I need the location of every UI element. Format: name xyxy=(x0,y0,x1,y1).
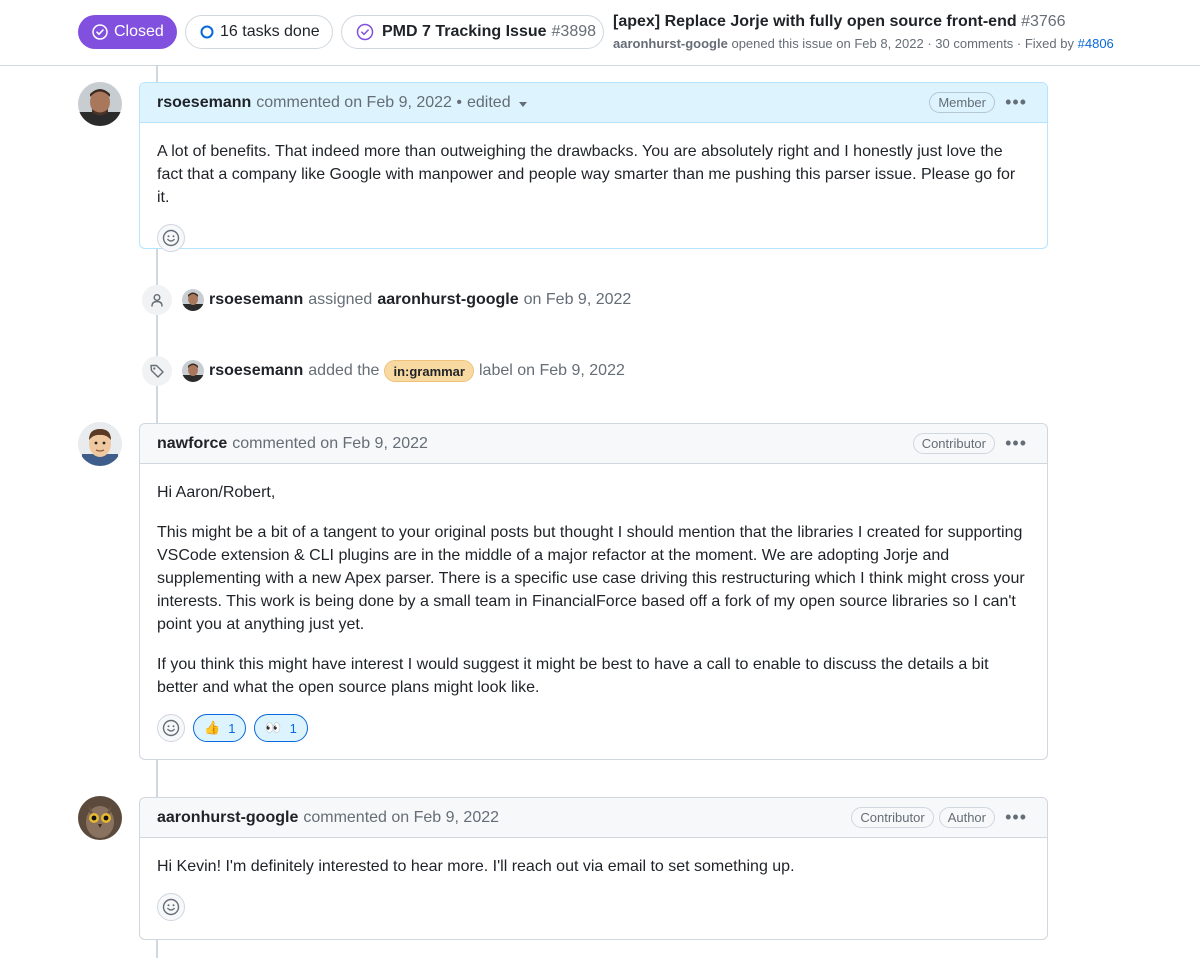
comment-paragraph: A lot of benefits. That indeed more than… xyxy=(157,143,1016,206)
comment-header: nawforce commented on Feb 9, 2022 Contri… xyxy=(140,424,1047,464)
comment-body: A lot of benefits. That indeed more than… xyxy=(140,123,1047,209)
comment-paragraph: Hi Aaron/Robert, xyxy=(157,484,276,501)
comment-body: Hi Kevin! I'm definitely interested to h… xyxy=(140,838,1047,878)
reaction-eyes[interactable]: 👀 1 xyxy=(254,714,308,742)
issue-closed-icon xyxy=(92,24,108,40)
tracking-issue-number: #3898 xyxy=(551,23,597,40)
reactions-bar: 👍 1 👀 1 xyxy=(140,714,1047,742)
issue-sticky-header: Closed 16 tasks done PMD 7 Tracking Issu… xyxy=(0,0,1200,66)
closed-state-badge: Closed xyxy=(78,15,177,49)
avatar[interactable] xyxy=(182,360,204,382)
timeline-line xyxy=(156,760,158,797)
event-date[interactable]: on Feb 9, 2022 xyxy=(524,291,632,309)
event-labeled: rsoesemann added the in:grammar label on… xyxy=(142,355,625,387)
comment-badges: Contributor xyxy=(912,433,995,454)
comment-body: Hi Aaron/Robert, This might be a bit of … xyxy=(140,464,1047,699)
smiley-icon xyxy=(162,898,180,916)
issue-title-text: [apex] Replace Jorje with fully open sou… xyxy=(613,13,1017,30)
fixed-by-link[interactable]: #4806 xyxy=(1078,36,1114,51)
issue-opener-link[interactable]: aaronhurst-google xyxy=(613,36,728,51)
chevron-down-icon xyxy=(518,101,527,107)
event-assigned: rsoesemann assigned aaronhurst-google on… xyxy=(142,284,631,316)
edited-dropdown[interactable]: edited xyxy=(467,94,527,112)
eyes-icon: 👀 xyxy=(265,720,282,735)
tracking-issue-pill[interactable]: PMD 7 Tracking Issue #3898 xyxy=(341,15,604,49)
edited-label: edited xyxy=(467,93,511,111)
comment-meta[interactable]: commented on Feb 9, 2022 • xyxy=(256,94,462,112)
timeline-line xyxy=(156,249,158,423)
event-suffix: label on Feb 9, 2022 xyxy=(478,362,625,379)
avatar[interactable] xyxy=(78,422,122,466)
comment-aaronhurst-google: aaronhurst-google commented on Feb 9, 20… xyxy=(139,797,1048,940)
reaction-count: 1 xyxy=(289,720,297,736)
reaction-count: 1 xyxy=(228,720,236,736)
check-circle-icon xyxy=(356,23,374,41)
comment-author[interactable]: nawforce xyxy=(157,435,227,453)
avatar[interactable] xyxy=(182,289,204,311)
contributor-badge: Contributor xyxy=(851,807,934,828)
comment-header: rsoesemann commented on Feb 9, 2022 • ed… xyxy=(140,83,1047,123)
comment-meta[interactable]: commented on Feb 9, 2022 xyxy=(303,809,499,827)
event-action: added the xyxy=(308,362,380,379)
contributor-badge: Contributor xyxy=(912,433,995,454)
kebab-menu-icon[interactable]: ••• xyxy=(1005,808,1027,826)
issue-meta: aaronhurst-google opened this issue on F… xyxy=(613,36,1114,51)
comment-rsoesemann: rsoesemann commented on Feb 9, 2022 • ed… xyxy=(139,82,1048,252)
avatar[interactable] xyxy=(78,82,122,126)
comment-paragraph: If you think this might have interest I … xyxy=(157,656,989,696)
comment-meta[interactable]: commented on Feb 9, 2022 xyxy=(232,435,428,453)
issue-number: #3766 xyxy=(1021,13,1066,30)
issue-meta-text: opened this issue on Feb 8, 2022 · 30 co… xyxy=(731,36,1074,51)
add-reaction-button[interactable] xyxy=(157,714,185,742)
reaction-thumbs-up[interactable]: 👍 1 xyxy=(193,714,247,742)
comment-badges: Contributor Author xyxy=(851,807,995,828)
timeline-line xyxy=(156,66,158,82)
avatar[interactable] xyxy=(78,796,122,840)
timeline-line xyxy=(156,940,158,958)
add-reaction-button[interactable] xyxy=(157,893,185,921)
event-target[interactable]: aaronhurst-google xyxy=(377,291,518,309)
author-badge: Author xyxy=(938,807,995,828)
event-actor[interactable]: rsoesemann xyxy=(209,291,303,309)
thumbs-up-icon: 👍 xyxy=(204,720,221,735)
issue-title: [apex] Replace Jorje with fully open sou… xyxy=(613,13,1066,31)
reactions-bar xyxy=(140,224,1047,252)
reactions-bar xyxy=(140,893,1047,921)
comment-author[interactable]: aaronhurst-google xyxy=(157,809,298,827)
event-actor[interactable]: rsoesemann xyxy=(209,362,303,380)
smiley-icon xyxy=(162,229,180,247)
add-reaction-button[interactable] xyxy=(157,224,185,252)
tasks-done-pill[interactable]: 16 tasks done xyxy=(185,15,333,49)
kebab-menu-icon[interactable]: ••• xyxy=(1005,434,1027,452)
comment-paragraph: This might be a bit of a tangent to your… xyxy=(157,524,1025,633)
comment-author[interactable]: rsoesemann xyxy=(157,94,251,112)
comment-nawforce: nawforce commented on Feb 9, 2022 Contri… xyxy=(139,423,1048,760)
label-in-grammar[interactable]: in:grammar xyxy=(384,360,474,382)
comment-header: aaronhurst-google commented on Feb 9, 20… xyxy=(140,798,1047,838)
event-action: assigned xyxy=(308,291,373,308)
tasks-done-label: 16 tasks done xyxy=(220,23,320,40)
comment-paragraph: Hi Kevin! I'm definitely interested to h… xyxy=(157,858,795,875)
closed-state-label: Closed xyxy=(114,23,164,40)
person-icon xyxy=(142,285,172,315)
kebab-menu-icon[interactable]: ••• xyxy=(1005,93,1027,111)
smiley-icon xyxy=(162,719,180,737)
tag-icon xyxy=(142,356,172,386)
member-badge: Member xyxy=(929,92,995,113)
progress-circle-icon xyxy=(200,25,214,39)
tracking-issue-title: PMD 7 Tracking Issue xyxy=(382,23,547,40)
comment-badges: Member xyxy=(929,92,995,113)
